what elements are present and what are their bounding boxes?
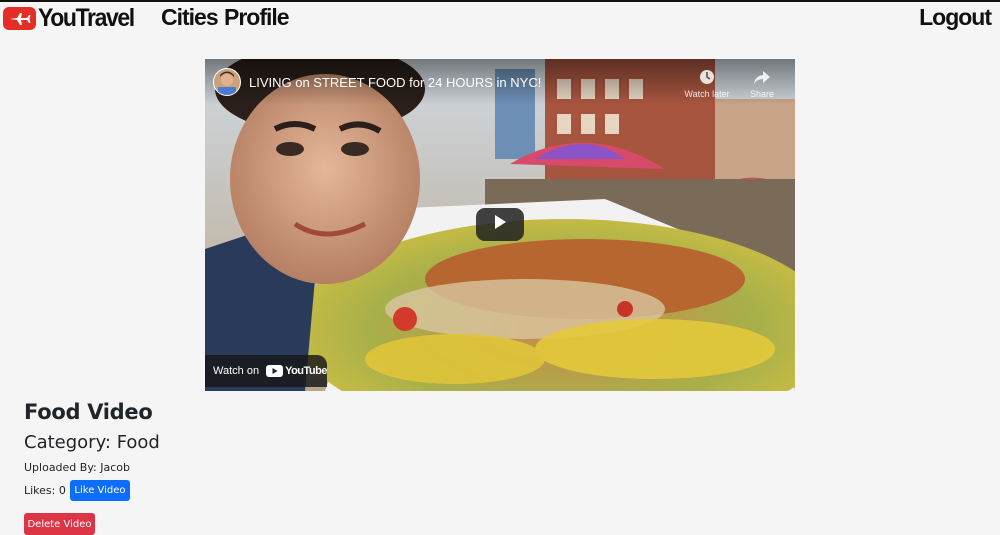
video-category: Category: Food <box>24 432 160 453</box>
video-title[interactable]: LIVING on STREET FOOD for 24 HOURS in NY… <box>249 75 541 90</box>
delete-video-button[interactable]: Delete Video <box>24 513 95 535</box>
video-heading: Food Video <box>24 400 153 424</box>
share-arrow-icon <box>736 67 788 87</box>
likes-count: Likes: 0 <box>24 484 66 497</box>
share-button[interactable]: Share <box>736 67 788 99</box>
watch-later-button[interactable]: Watch later <box>681 67 733 99</box>
play-icon <box>492 214 508 235</box>
clock-icon <box>681 67 733 87</box>
navbar: YouTravel Cities Profile Logout <box>0 2 1000 34</box>
youtube-logo-icon: YouTube <box>266 365 327 377</box>
nav-logout-link[interactable]: Logout <box>919 4 992 31</box>
brand-name: YouTravel <box>38 4 135 32</box>
brand-link[interactable]: YouTravel <box>3 4 142 33</box>
video-embed[interactable]: LIVING on STREET FOOD for 24 HOURS in NY… <box>205 59 795 391</box>
airplane-icon <box>3 7 36 30</box>
uploaded-by: Uploaded By: Jacob <box>24 461 130 474</box>
like-video-button[interactable]: Like Video <box>70 480 130 501</box>
watch-on-label: Watch on <box>213 365 260 377</box>
nav-cities-link[interactable]: Cities <box>161 4 219 31</box>
youtube-wordmark: YouTube <box>285 365 327 377</box>
watch-later-label: Watch later <box>684 89 730 99</box>
nav-profile-link[interactable]: Profile <box>224 4 290 31</box>
share-label: Share <box>749 89 775 99</box>
watch-on-youtube-button[interactable]: Watch on YouTube <box>205 355 327 387</box>
play-button[interactable] <box>476 208 524 241</box>
channel-avatar[interactable] <box>213 68 241 96</box>
